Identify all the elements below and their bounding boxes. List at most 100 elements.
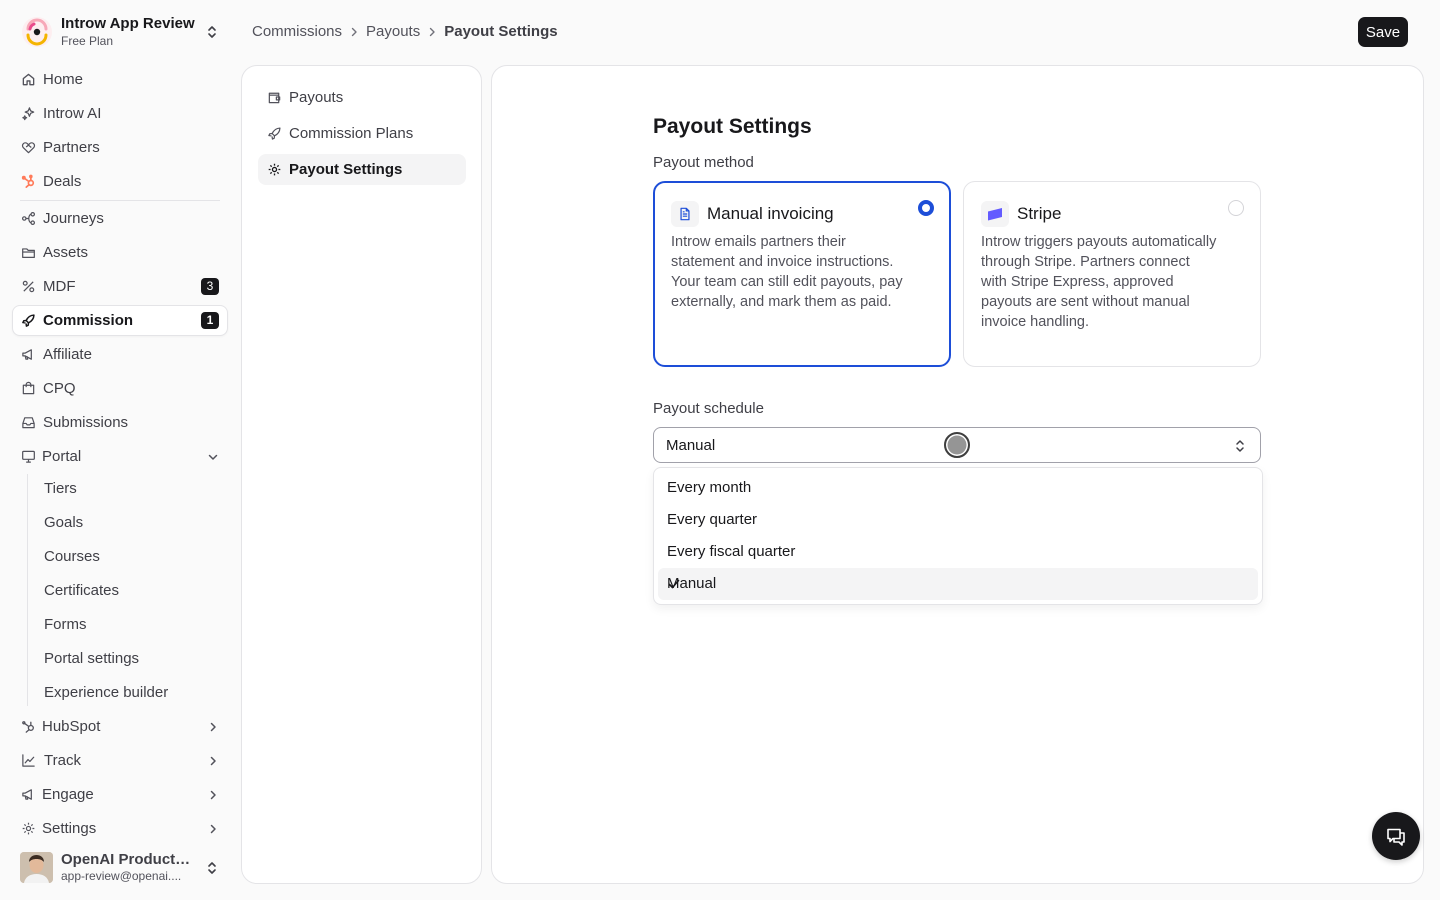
chart-line-icon xyxy=(21,753,36,768)
hubspot-icon xyxy=(21,719,36,734)
workspace-switcher[interactable]: Introw App Review Free Plan xyxy=(12,12,228,52)
sidebar-item-track[interactable]: Track xyxy=(12,745,228,776)
sidebar-item-commission[interactable]: Commission 1 xyxy=(12,305,228,336)
count-badge: 1 xyxy=(201,312,219,329)
avatar xyxy=(20,852,53,883)
gear-icon xyxy=(267,162,282,177)
workspace-plan: Free Plan xyxy=(61,34,114,48)
payout-method-stripe-card[interactable]: Stripe Introw triggers payouts automatic… xyxy=(963,181,1261,367)
subnav-item-payout-settings[interactable]: Payout Settings xyxy=(258,154,466,185)
subnav-item-commission-plans[interactable]: Commission Plans xyxy=(258,118,466,149)
chevron-right-icon xyxy=(350,27,358,37)
sidebar-item-label: Assets xyxy=(43,244,89,261)
monitor-icon xyxy=(21,449,36,464)
sidebar-item-affiliate[interactable]: Affiliate xyxy=(12,339,228,370)
sidebar-subitem-courses[interactable]: Courses xyxy=(36,542,228,572)
mouse-cursor-indicator xyxy=(944,432,970,458)
user-name: OpenAI Product ... xyxy=(61,851,191,868)
gear-icon xyxy=(21,821,36,836)
sidebar-subitem-experience-builder[interactable]: Experience builder xyxy=(36,678,228,708)
sidebar-subitem-label: Portal settings xyxy=(44,650,140,667)
sidebar-item-cpq[interactable]: CPQ xyxy=(12,373,228,404)
workspace-name: Introw App Review xyxy=(61,15,195,32)
sidebar-item-label: Introw AI xyxy=(43,105,102,122)
sidebar-item-mdf[interactable]: MDF 3 xyxy=(12,271,228,302)
sidebar-subitem-label: Certificates xyxy=(44,582,120,599)
radio-button[interactable] xyxy=(1228,200,1244,216)
workflow-icon xyxy=(21,211,36,226)
sidebar-item-submissions[interactable]: Submissions xyxy=(12,407,228,438)
payout-method-manual-card[interactable]: Manual invoicing Introw emails partners … xyxy=(653,181,951,367)
sidebar-item-deals[interactable]: Deals xyxy=(12,166,228,197)
sidebar-item-partners[interactable]: Partners xyxy=(12,132,228,163)
shopping-bag-icon xyxy=(21,381,36,396)
option-manual[interactable]: Manual xyxy=(658,568,1258,600)
sidebar-item-engage[interactable]: Engage xyxy=(12,779,228,810)
sidebar-item-hubspot[interactable]: HubSpot xyxy=(12,711,228,742)
sidebar-item-label: Submissions xyxy=(43,414,129,431)
sidebar-item-label: Engage xyxy=(42,786,94,803)
sidebar-subitem-portal-settings[interactable]: Portal settings xyxy=(36,644,228,674)
payout-method-label: Payout method xyxy=(653,154,754,171)
payout-schedule-label: Payout schedule xyxy=(653,400,764,417)
chat-support-button[interactable] xyxy=(1372,812,1420,860)
subnav-item-label: Commission Plans xyxy=(289,125,414,142)
breadcrumb-commissions[interactable]: Commissions xyxy=(252,23,342,41)
introw-logo-icon xyxy=(20,15,54,49)
sidebar-item-label: Commission xyxy=(43,312,134,329)
option-every-fiscal-quarter[interactable]: Every fiscal quarter xyxy=(658,536,1258,568)
sidebar-item-journeys[interactable]: Journeys xyxy=(12,203,228,234)
sidebar-subitem-label: Tiers xyxy=(44,480,77,497)
select-value: Manual xyxy=(666,437,716,454)
folder-icon xyxy=(21,245,36,260)
sidebar-item-label: CPQ xyxy=(43,380,76,397)
chevron-right-icon xyxy=(206,822,220,836)
chevron-right-icon xyxy=(206,754,220,768)
handshake-icon xyxy=(21,140,36,155)
stripe-icon xyxy=(981,201,1009,227)
sidebar-subitem-forms[interactable]: Forms xyxy=(36,610,228,640)
sidebar-subitem-goals[interactable]: Goals xyxy=(36,508,228,538)
sidebar-item-assets[interactable]: Assets xyxy=(12,237,228,268)
sidebar-item-home[interactable]: Home xyxy=(12,64,228,95)
sidebar-item-label: Deals xyxy=(43,173,82,190)
sidebar-subitem-tiers[interactable]: Tiers xyxy=(36,474,228,504)
sidebar-item-label: Journeys xyxy=(43,210,104,227)
sidebar-item-label: MDF xyxy=(43,278,76,295)
payout-schedule-dropdown: Every month Every quarter Every fiscal q… xyxy=(653,467,1263,605)
sidebar-item-label: Settings xyxy=(42,820,97,837)
sidebar-item-portal[interactable]: Portal xyxy=(12,441,228,472)
document-icon xyxy=(671,201,699,227)
sidebar-subitem-label: Courses xyxy=(44,548,100,565)
card-title: Stripe xyxy=(1017,204,1062,223)
sidebar-divider xyxy=(20,200,220,201)
option-every-month[interactable]: Every month xyxy=(658,472,1258,504)
chat-icon xyxy=(1385,825,1407,847)
breadcrumb-payouts[interactable]: Payouts xyxy=(366,23,420,41)
megaphone-icon xyxy=(21,787,36,802)
subnav-item-payouts[interactable]: Payouts xyxy=(258,82,466,113)
user-menu[interactable]: OpenAI Product ... app-review@openai.... xyxy=(12,849,228,887)
option-label: Every month xyxy=(667,479,752,496)
percent-icon xyxy=(21,279,36,294)
sidebar-subitem-certificates[interactable]: Certificates xyxy=(36,576,228,606)
chevron-right-icon xyxy=(206,720,220,734)
chevron-right-icon xyxy=(206,788,220,802)
sidebar-item-settings[interactable]: Settings xyxy=(12,813,228,844)
option-every-quarter[interactable]: Every quarter xyxy=(658,504,1258,536)
chevron-down-icon xyxy=(206,450,220,464)
sidebar-subitem-label: Experience builder xyxy=(44,684,169,701)
sidebar-item-introw-ai[interactable]: Introw AI xyxy=(12,98,228,129)
settings-subnav: Payouts Commission Plans Payout Settings xyxy=(241,65,482,884)
rocket-icon xyxy=(21,313,36,328)
sidebar-subitem-label: Goals xyxy=(44,514,84,531)
sidebar-item-label: Home xyxy=(43,71,84,88)
card-title: Manual invoicing xyxy=(707,204,834,223)
sidebar-item-label: Affiliate xyxy=(43,346,92,363)
radio-button[interactable] xyxy=(918,200,934,216)
sidebar-item-label: Track xyxy=(44,752,81,769)
save-button[interactable]: Save xyxy=(1358,17,1408,47)
subnav-item-label: Payout Settings xyxy=(289,161,403,178)
sidebar-item-label: Portal xyxy=(42,448,82,465)
chevrons-up-down-icon xyxy=(1234,438,1246,454)
